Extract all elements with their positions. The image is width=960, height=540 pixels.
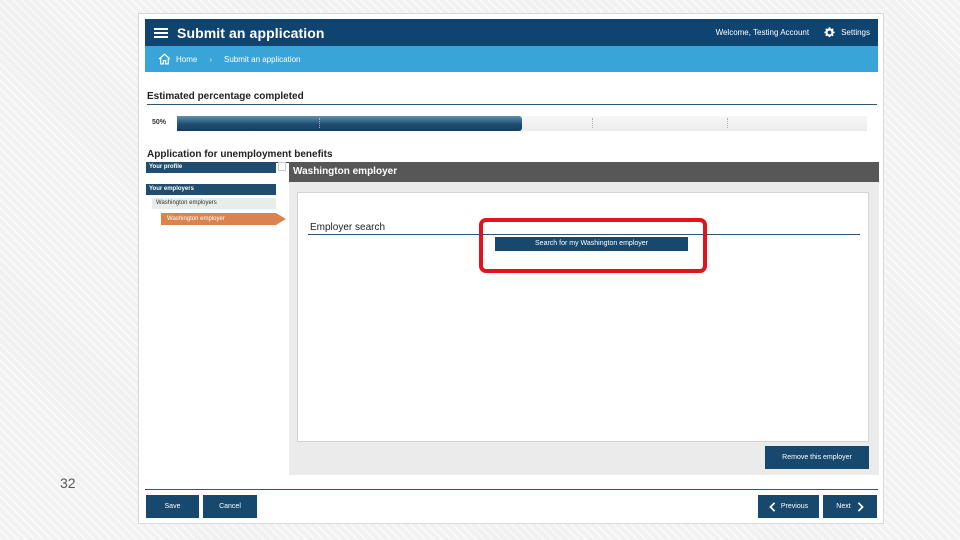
remove-employer-button[interactable]: Remove this employer [765, 446, 869, 469]
employer-panel-body: Employer search Search for my Washington… [297, 192, 869, 442]
welcome-text: Welcome, Testing Account [715, 28, 810, 37]
breadcrumb-current: Submit an application [224, 54, 301, 64]
progress-tick [319, 118, 320, 128]
progress-tick [727, 118, 728, 128]
application-heading: Application for unemployment benefits [147, 149, 877, 163]
slide-number: 32 [60, 475, 76, 491]
nav-washington-employers[interactable]: Washington employers [152, 198, 276, 209]
panel-title: Washington employer [289, 162, 879, 182]
home-icon[interactable] [158, 53, 171, 65]
progress-bar-fill [177, 116, 522, 131]
chevron-left-icon [769, 501, 776, 512]
settings-label: Settings [841, 28, 870, 37]
breadcrumb-separator-icon: › [209, 54, 213, 64]
next-button[interactable]: Next [823, 495, 877, 518]
previous-button[interactable]: Previous [758, 495, 819, 518]
highlight-annotation [479, 218, 707, 273]
footer-divider [145, 489, 878, 490]
employer-panel: Employer search Search for my Washington… [289, 182, 879, 475]
progress-percent-label: 50% [152, 119, 167, 126]
progress-bar [177, 116, 867, 131]
chevron-right-icon [857, 501, 864, 512]
breadcrumb: Home › Submit an application [145, 46, 878, 72]
nav-washington-employer[interactable]: Washington employer [161, 213, 286, 225]
settings-button[interactable]: Settings [823, 26, 870, 39]
cancel-button[interactable]: Cancel [203, 495, 257, 518]
progress-heading: Estimated percentage completed [147, 91, 877, 105]
app-title: Submit an application [177, 24, 325, 41]
gear-icon [824, 27, 835, 38]
nav-your-profile[interactable]: Your profile [146, 162, 276, 173]
next-label: Next [836, 503, 851, 510]
progress-tick [592, 118, 593, 128]
previous-label: Previous [780, 503, 809, 510]
app-header: Submit an application Welcome, Testing A… [145, 19, 878, 46]
breadcrumb-home[interactable]: Home [176, 55, 197, 64]
nav-your-employers[interactable]: Your employers [146, 184, 276, 195]
application-window: Submit an application Welcome, Testing A… [138, 13, 884, 524]
save-button[interactable]: Save [146, 495, 199, 518]
collapse-icon[interactable] [278, 162, 286, 171]
menu-icon[interactable] [154, 27, 168, 38]
